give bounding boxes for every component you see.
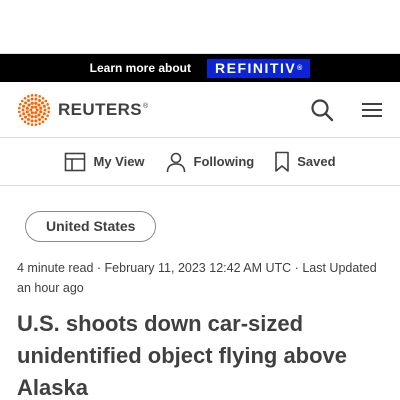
logo-dot bbox=[34, 93, 38, 97]
nav-my-view[interactable]: My View bbox=[64, 152, 145, 172]
logo-dot bbox=[30, 122, 34, 126]
logo-dot bbox=[34, 101, 38, 105]
logo-dot bbox=[34, 97, 38, 101]
logo-dot bbox=[27, 102, 31, 107]
logo-dot bbox=[20, 99, 24, 102]
logo-dot bbox=[39, 109, 43, 113]
top-ad-space bbox=[0, 0, 400, 54]
logo-dot bbox=[30, 101, 34, 105]
article-header: United States 4 minute read · February 1… bbox=[0, 186, 400, 400]
nav-saved-label: Saved bbox=[297, 154, 336, 169]
logo-dot bbox=[25, 106, 29, 110]
grid-layout-icon bbox=[65, 152, 86, 171]
reuters-wordmark: REUTERS® bbox=[58, 100, 149, 120]
topic-tag[interactable]: United States bbox=[25, 211, 157, 242]
logo-dot bbox=[34, 114, 38, 118]
logo-dot bbox=[20, 117, 24, 120]
logo-dot bbox=[29, 108, 33, 111]
nav-following[interactable]: Following bbox=[165, 151, 255, 173]
search-icon bbox=[311, 98, 334, 121]
refinitiv-logo[interactable]: REFINITIV ® bbox=[207, 58, 311, 78]
logo-dot bbox=[19, 113, 22, 117]
nav-my-view-label: My View bbox=[93, 154, 145, 169]
logo-dot bbox=[30, 118, 34, 122]
logo-dot bbox=[44, 99, 48, 102]
logo-dot bbox=[22, 111, 26, 115]
logo-dot bbox=[34, 110, 38, 114]
nav-saved[interactable]: Saved bbox=[274, 151, 336, 173]
refinitiv-registered-mark: ® bbox=[297, 64, 303, 72]
promo-banner[interactable]: Learn more about REFINITIV ® bbox=[0, 54, 400, 82]
logo-dot bbox=[34, 118, 38, 122]
logo-dot bbox=[23, 119, 27, 123]
nav-following-label: Following bbox=[193, 154, 255, 169]
logo-dot bbox=[18, 106, 21, 109]
logo-dot bbox=[42, 104, 46, 108]
logo-dot bbox=[19, 102, 22, 106]
logo-dot bbox=[27, 94, 30, 98]
refinitiv-wordmark: REFINITIV bbox=[215, 60, 297, 76]
search-button[interactable] bbox=[310, 98, 334, 122]
logo-dot bbox=[47, 110, 50, 113]
logo-dot bbox=[27, 112, 31, 117]
logo-dot bbox=[22, 104, 26, 108]
logo-dot bbox=[30, 105, 34, 109]
logo-dot bbox=[25, 109, 29, 113]
reuters-logo-icon bbox=[18, 93, 50, 126]
logo-dot bbox=[34, 105, 38, 109]
reuters-wordmark-text: REUTERS bbox=[58, 99, 143, 119]
logo-dot bbox=[30, 110, 34, 114]
reuters-logo[interactable]: REUTERS® bbox=[17, 93, 149, 127]
logo-dot bbox=[46, 113, 49, 117]
logo-dot bbox=[38, 94, 41, 98]
logo-dot bbox=[30, 114, 34, 118]
logo-dot bbox=[35, 108, 39, 111]
logo-dot bbox=[21, 108, 25, 111]
promo-text: Learn more about bbox=[89, 61, 191, 75]
logo-dot bbox=[38, 121, 41, 125]
logo-dot bbox=[30, 93, 34, 97]
logo-dot bbox=[44, 117, 48, 120]
logo-dot bbox=[38, 117, 41, 121]
logo-dot bbox=[37, 112, 41, 117]
logo-dot bbox=[27, 117, 30, 121]
logo-dot bbox=[27, 121, 30, 125]
logo-dot bbox=[41, 96, 45, 100]
logo-dot bbox=[46, 102, 49, 106]
menu-button[interactable] bbox=[360, 98, 384, 122]
site-header: REUTERS® bbox=[0, 82, 400, 138]
hamburger-menu-icon bbox=[362, 102, 382, 117]
bookmark-icon bbox=[275, 151, 290, 172]
user-nav: My View Following Saved bbox=[0, 138, 400, 186]
logo-dot bbox=[43, 108, 47, 111]
logo-dot bbox=[38, 98, 41, 102]
logo-dot bbox=[24, 100, 28, 104]
logo-dot bbox=[37, 102, 41, 107]
logo-dot bbox=[40, 100, 44, 104]
person-icon bbox=[166, 152, 185, 172]
logo-dot bbox=[34, 122, 38, 126]
logo-dot bbox=[18, 110, 21, 113]
logo-dot bbox=[30, 97, 34, 101]
reuters-registered-mark: ® bbox=[143, 102, 149, 110]
article-headline: U.S. shoots down car-sized unidentified … bbox=[17, 311, 348, 400]
logo-dot bbox=[39, 106, 43, 110]
logo-dot bbox=[40, 115, 44, 119]
article-meta: 4 minute read · February 11, 2023 12:42 … bbox=[17, 261, 377, 295]
logo-dot bbox=[41, 119, 45, 123]
logo-dot bbox=[27, 98, 30, 102]
logo-dot bbox=[47, 106, 50, 109]
logo-dot bbox=[23, 96, 27, 100]
logo-dot bbox=[42, 111, 46, 115]
logo-dot bbox=[24, 115, 28, 119]
